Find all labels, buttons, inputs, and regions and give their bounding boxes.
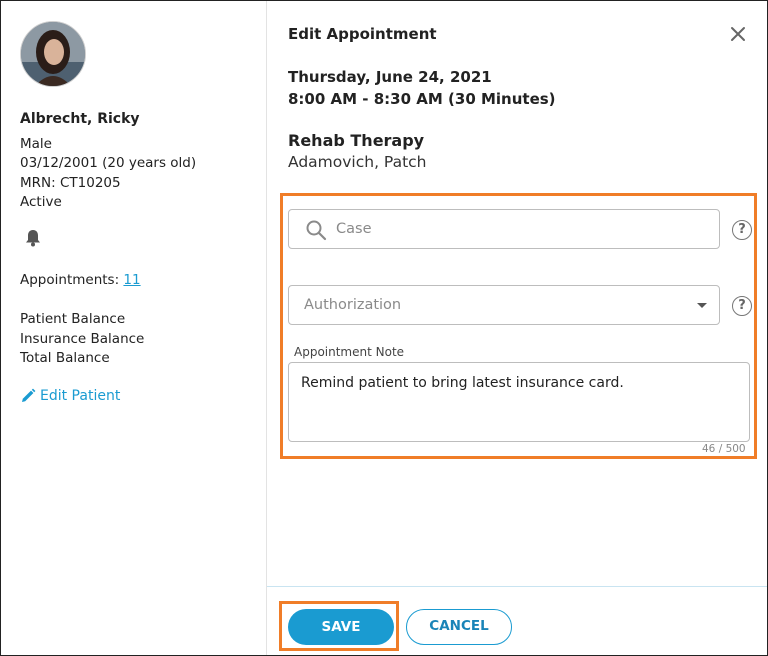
footer-divider <box>267 586 767 587</box>
appointments-line: Appointments: 11 <box>20 272 141 288</box>
authorization-select[interactable]: Authorization <box>288 285 720 325</box>
note-character-counter: 46 / 500 <box>702 443 746 455</box>
close-icon[interactable] <box>729 25 747 43</box>
authorization-placeholder: Authorization <box>304 297 402 313</box>
case-placeholder: Case <box>336 221 372 237</box>
case-help-icon[interactable]: ? <box>732 220 752 240</box>
authorization-help-icon[interactable]: ? <box>732 296 752 316</box>
patient-mrn: MRN: CT10205 <box>20 175 121 191</box>
patient-status: Active <box>20 194 62 210</box>
cancel-button[interactable]: CANCEL <box>406 609 512 645</box>
edit-appointment-window: Albrecht, Ricky Male 03/12/2001 (20 year… <box>0 0 768 656</box>
appointment-time: 8:00 AM - 8:30 AM (30 Minutes) <box>288 90 556 108</box>
appointment-note-textarea[interactable]: Remind patient to bring latest insurance… <box>288 362 750 442</box>
patient-name: Albrecht, Ricky <box>20 111 140 127</box>
provider-name: Adamovich, Patch <box>288 153 427 171</box>
total-balance-label: Total Balance <box>20 350 110 366</box>
patient-balance-label: Patient Balance <box>20 311 126 327</box>
appointment-type: Rehab Therapy <box>288 131 425 150</box>
avatar-photo <box>21 22 85 86</box>
appointments-count-link[interactable]: 11 <box>123 272 140 288</box>
patient-dob: 03/12/2001 (20 years old) <box>20 155 197 171</box>
edit-patient-link[interactable]: Edit Patient <box>20 388 120 404</box>
insurance-balance-label: Insurance Balance <box>20 331 145 347</box>
pencil-icon <box>22 388 36 402</box>
edit-patient-label: Edit Patient <box>40 388 121 404</box>
search-icon <box>306 220 327 241</box>
patient-gender: Male <box>20 136 52 152</box>
chevron-down-icon <box>697 303 707 308</box>
dialog-title: Edit Appointment <box>288 25 437 43</box>
edit-appointment-panel: Edit Appointment Thursday, June 24, 2021… <box>267 1 767 655</box>
patient-sidebar: Albrecht, Ricky Male 03/12/2001 (20 year… <box>1 1 267 655</box>
appointment-date: Thursday, June 24, 2021 <box>288 68 492 86</box>
appointment-note-label: Appointment Note <box>294 345 405 359</box>
avatar <box>20 21 86 87</box>
bell-icon[interactable] <box>25 229 41 247</box>
save-button[interactable]: SAVE <box>288 609 394 645</box>
appointments-label: Appointments: <box>20 272 124 288</box>
case-input[interactable]: Case <box>288 209 720 249</box>
